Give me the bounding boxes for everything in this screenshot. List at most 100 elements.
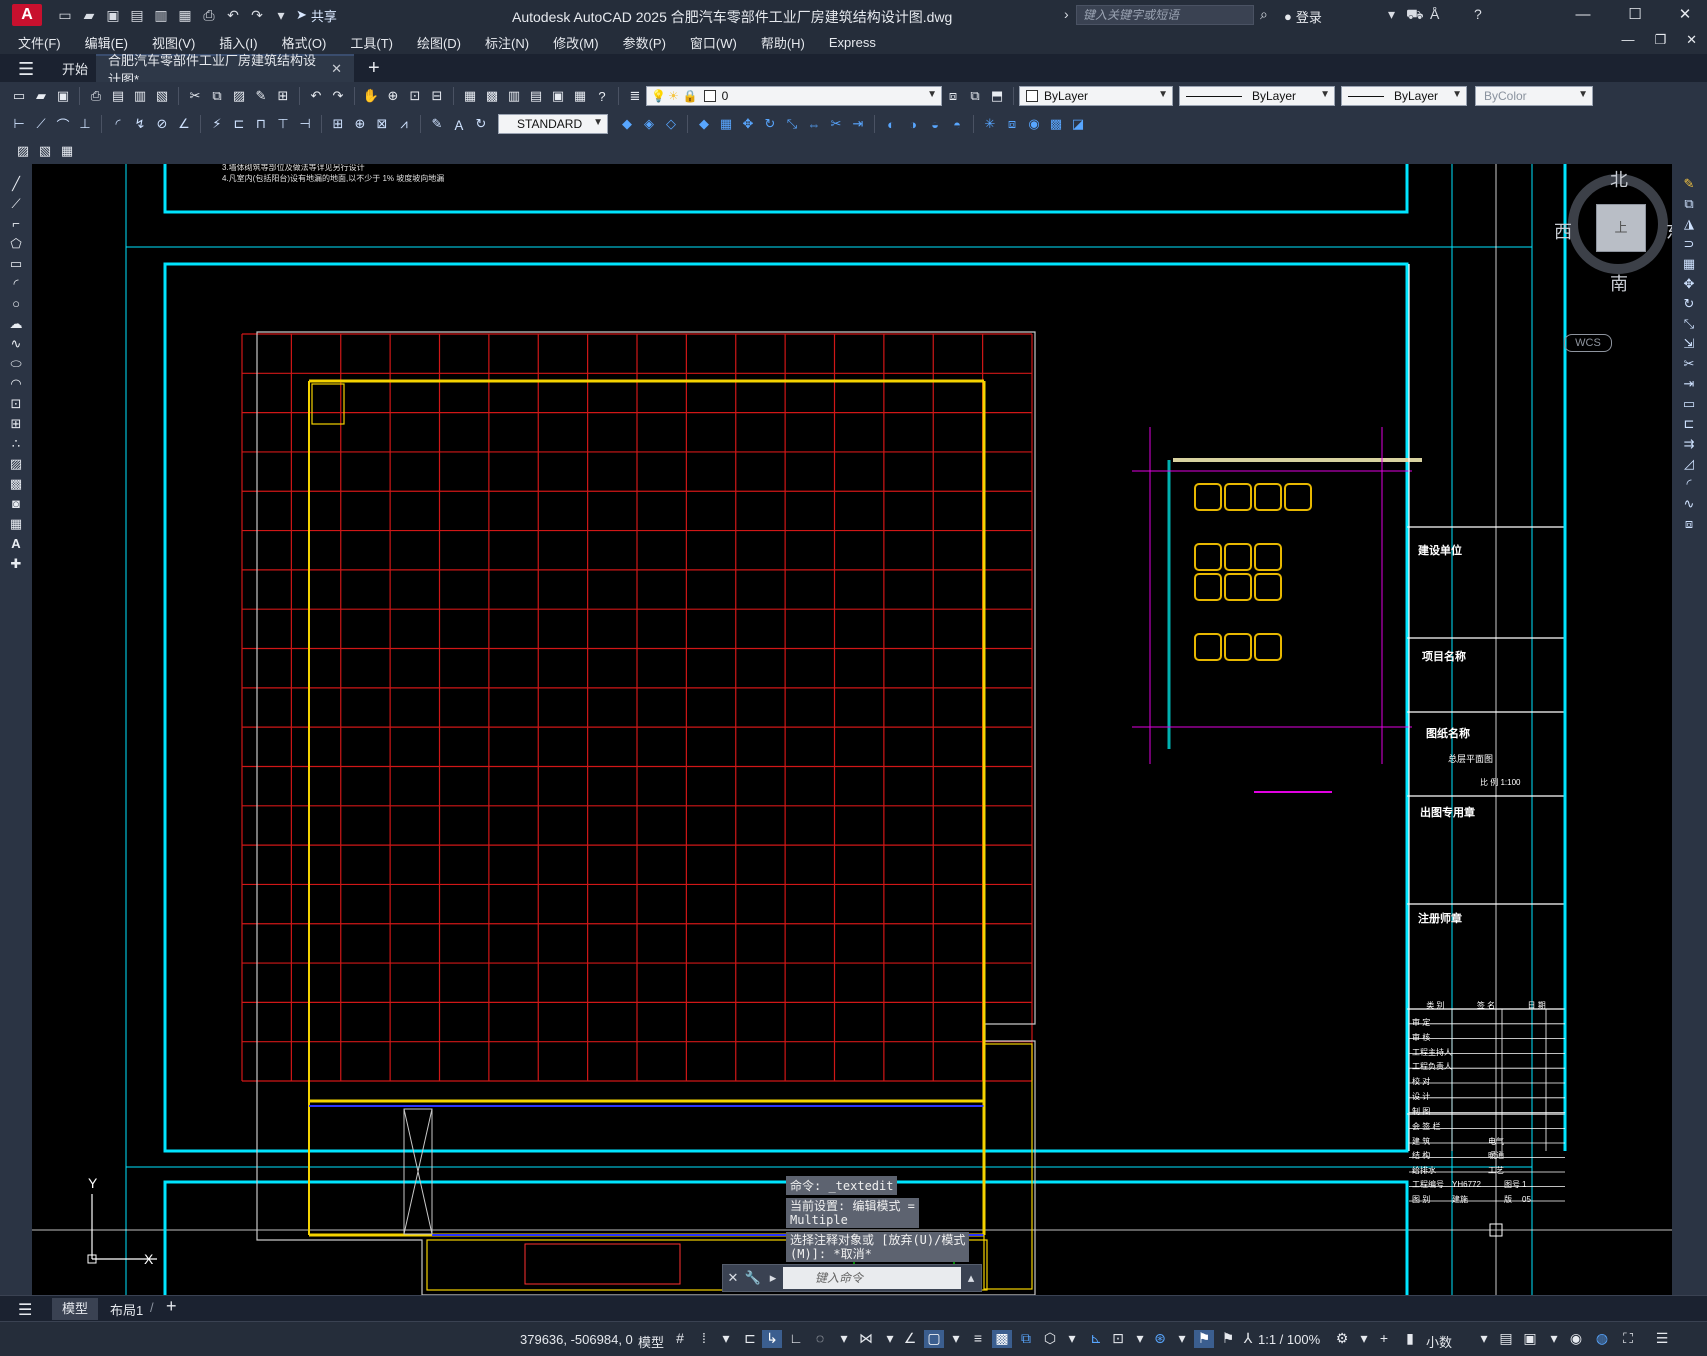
save-icon[interactable]: ▣ xyxy=(53,86,73,106)
erase-icon[interactable]: ✎ xyxy=(1679,176,1699,194)
insert-block-icon[interactable]: ⊡ xyxy=(6,396,26,414)
array-icon[interactable]: ▦ xyxy=(716,114,736,134)
quick-dimension-icon[interactable]: ⚡ xyxy=(207,114,227,134)
gradient-icon[interactable]: ▩ xyxy=(6,476,26,494)
infer-constraints-icon[interactable]: ⊏ xyxy=(740,1330,760,1348)
chamfer-icon[interactable]: ◿ xyxy=(1679,456,1699,474)
customize-icon[interactable]: ☰ xyxy=(1652,1330,1672,1348)
copy-icon[interactable]: ⧉ xyxy=(207,86,227,106)
minimize-button[interactable]: — xyxy=(1568,4,1598,26)
web-save-icon[interactable]: ▥ xyxy=(152,6,170,24)
dropdown-arrow-icon[interactable]: ▾ xyxy=(880,1330,900,1348)
dynamic-input-icon[interactable]: ↳ xyxy=(762,1330,782,1348)
line-icon[interactable]: ╱ xyxy=(6,176,26,194)
make-current-layer-icon[interactable]: ⧈ xyxy=(943,86,963,106)
coordinate-readout[interactable]: 379636, -506984, 0 xyxy=(520,1332,633,1347)
redo-icon[interactable]: ↷ xyxy=(248,6,266,24)
print-icon[interactable]: ⎙ xyxy=(86,86,106,106)
isodraft-icon[interactable]: ⋈ xyxy=(856,1330,876,1348)
menu-help[interactable]: 帮助(H) xyxy=(749,33,817,52)
aligned-dimension-icon[interactable]: ⟋ xyxy=(31,114,51,134)
zoom-window-icon[interactable]: ⊡ xyxy=(405,86,425,106)
ortho-icon[interactable]: ∟ xyxy=(786,1330,806,1348)
offset-icon[interactable]: ◆ xyxy=(694,114,714,134)
maximize-button[interactable]: ☐ xyxy=(1620,4,1650,26)
sheet-set-icon[interactable]: ▤ xyxy=(526,86,546,106)
menu-tools[interactable]: 工具(T) xyxy=(338,33,405,52)
units-icon[interactable]: ▮ xyxy=(1400,1330,1420,1348)
transparency-icon[interactable]: ▩ xyxy=(992,1330,1012,1348)
copy-icon[interactable]: ⧉ xyxy=(1679,196,1699,214)
new-file-icon[interactable]: ▭ xyxy=(56,6,74,24)
scale-icon[interactable]: ⤡ xyxy=(1679,316,1699,334)
lock-ui-icon[interactable]: ▣ xyxy=(1520,1330,1540,1348)
graphics-performance-icon[interactable]: ◍ xyxy=(1592,1330,1612,1348)
add-layout-button[interactable]: + xyxy=(166,1296,177,1317)
close-window-button[interactable]: ✕ xyxy=(1670,4,1700,26)
compass-south[interactable]: 南 xyxy=(1610,270,1628,296)
dim-text-edit-icon[interactable]: Ａ xyxy=(449,114,469,134)
space-icon[interactable]: ⊤ xyxy=(273,114,293,134)
doc-restore-button[interactable]: ❐ xyxy=(1654,32,1666,48)
stretch-icon[interactable]: ⇔ xyxy=(804,114,824,134)
layer-properties-icon[interactable]: ≣ xyxy=(625,86,645,106)
zoom-realtime-icon[interactable]: ⊕ xyxy=(383,86,403,106)
dim-update-icon[interactable]: ↻ xyxy=(471,114,491,134)
attribute-edit-icon[interactable]: ◪ xyxy=(1068,114,1088,134)
mirror-icon[interactable]: ◇ xyxy=(661,114,681,134)
publish-icon[interactable]: ▥ xyxy=(130,86,150,106)
autocad-logo-icon[interactable]: A xyxy=(12,4,42,26)
break-icon[interactable]: ▭ xyxy=(1679,396,1699,414)
inspection-icon[interactable]: ⊠ xyxy=(372,114,392,134)
offset-icon[interactable]: ⊃ xyxy=(1679,236,1699,254)
jogged-icon[interactable]: ↯ xyxy=(130,114,150,134)
center-mark-icon[interactable]: ⊕ xyxy=(350,114,370,134)
spline-icon[interactable]: ∿ xyxy=(6,336,26,354)
zoom-previous-icon[interactable]: ⊟ xyxy=(427,86,447,106)
lineweight-icon[interactable]: ≡ xyxy=(968,1330,988,1348)
angular-icon[interactable]: ∠ xyxy=(174,114,194,134)
color-dropdown[interactable]: ByLayer ▼ xyxy=(1019,86,1173,106)
extend-icon[interactable]: ⇥ xyxy=(1679,376,1699,394)
construction-line-icon[interactable]: ⟋ xyxy=(6,196,26,214)
chevron-up-icon[interactable]: ▴ xyxy=(961,1270,981,1286)
grid-icon[interactable]: # xyxy=(670,1330,690,1348)
tab-layout1[interactable]: 布局1 xyxy=(110,1300,143,1319)
command-prompt-icon[interactable]: ▸ xyxy=(763,1270,783,1286)
circle-icon[interactable]: ○ xyxy=(6,296,26,314)
move-icon[interactable]: ✥ xyxy=(738,114,758,134)
print-icon[interactable]: ⎙ xyxy=(200,6,218,24)
make-block-icon[interactable]: ⊞ xyxy=(6,416,26,434)
fillet-icon[interactable]: ◓ xyxy=(947,114,967,134)
polyline-icon[interactable]: ⌐ xyxy=(6,216,26,234)
blend-icon[interactable]: ∿ xyxy=(1679,496,1699,514)
menu-insert[interactable]: 插入(I) xyxy=(207,33,269,52)
block-editor-icon[interactable]: ⊞ xyxy=(273,86,293,106)
close-tab-icon[interactable]: ✕ xyxy=(331,61,342,77)
text-style-dropdown[interactable]: STANDARD ▼ xyxy=(498,114,608,134)
properties-icon[interactable]: ▦ xyxy=(460,86,480,106)
menu-draw[interactable]: 绘图(D) xyxy=(405,33,473,52)
autodesk-app-icon[interactable]: Å xyxy=(1430,6,1439,22)
annotation-scale[interactable]: 1:1 / 100% xyxy=(1258,1332,1320,1347)
doc-minimize-button[interactable]: — xyxy=(1621,32,1634,48)
wrench-icon[interactable]: 🔧 xyxy=(743,1270,763,1286)
fillet-icon[interactable]: ◜ xyxy=(1679,476,1699,494)
multiline-text-icon[interactable]: A xyxy=(6,536,26,554)
point-icon[interactable]: ∴ xyxy=(6,436,26,454)
continue-icon[interactable]: ⊓ xyxy=(251,114,271,134)
share-button[interactable]: ➤ 共享 xyxy=(296,6,337,25)
layer-previous-icon[interactable]: ⧉ xyxy=(965,86,985,106)
dropdown-arrow-icon[interactable]: ▾ xyxy=(834,1330,854,1348)
annotation-scale-icon[interactable]: ⅄ xyxy=(1238,1330,1258,1348)
array-icon[interactable]: ▦ xyxy=(1679,256,1699,274)
save-as-icon[interactable]: ▤ xyxy=(128,6,146,24)
preview-icon[interactable]: ▤ xyxy=(108,86,128,106)
baseline-icon[interactable]: ⊏ xyxy=(229,114,249,134)
layout-menu-icon[interactable]: ☰ xyxy=(18,1300,32,1320)
join-icon[interactable]: ◑ xyxy=(903,114,923,134)
tolerance-icon[interactable]: ⊞ xyxy=(328,114,348,134)
snap-icon[interactable]: ⁞ xyxy=(694,1330,714,1348)
plotstyle-dropdown[interactable]: ByColor ▼ xyxy=(1475,86,1593,106)
break-at-point-icon[interactable]: ⊏ xyxy=(1679,416,1699,434)
